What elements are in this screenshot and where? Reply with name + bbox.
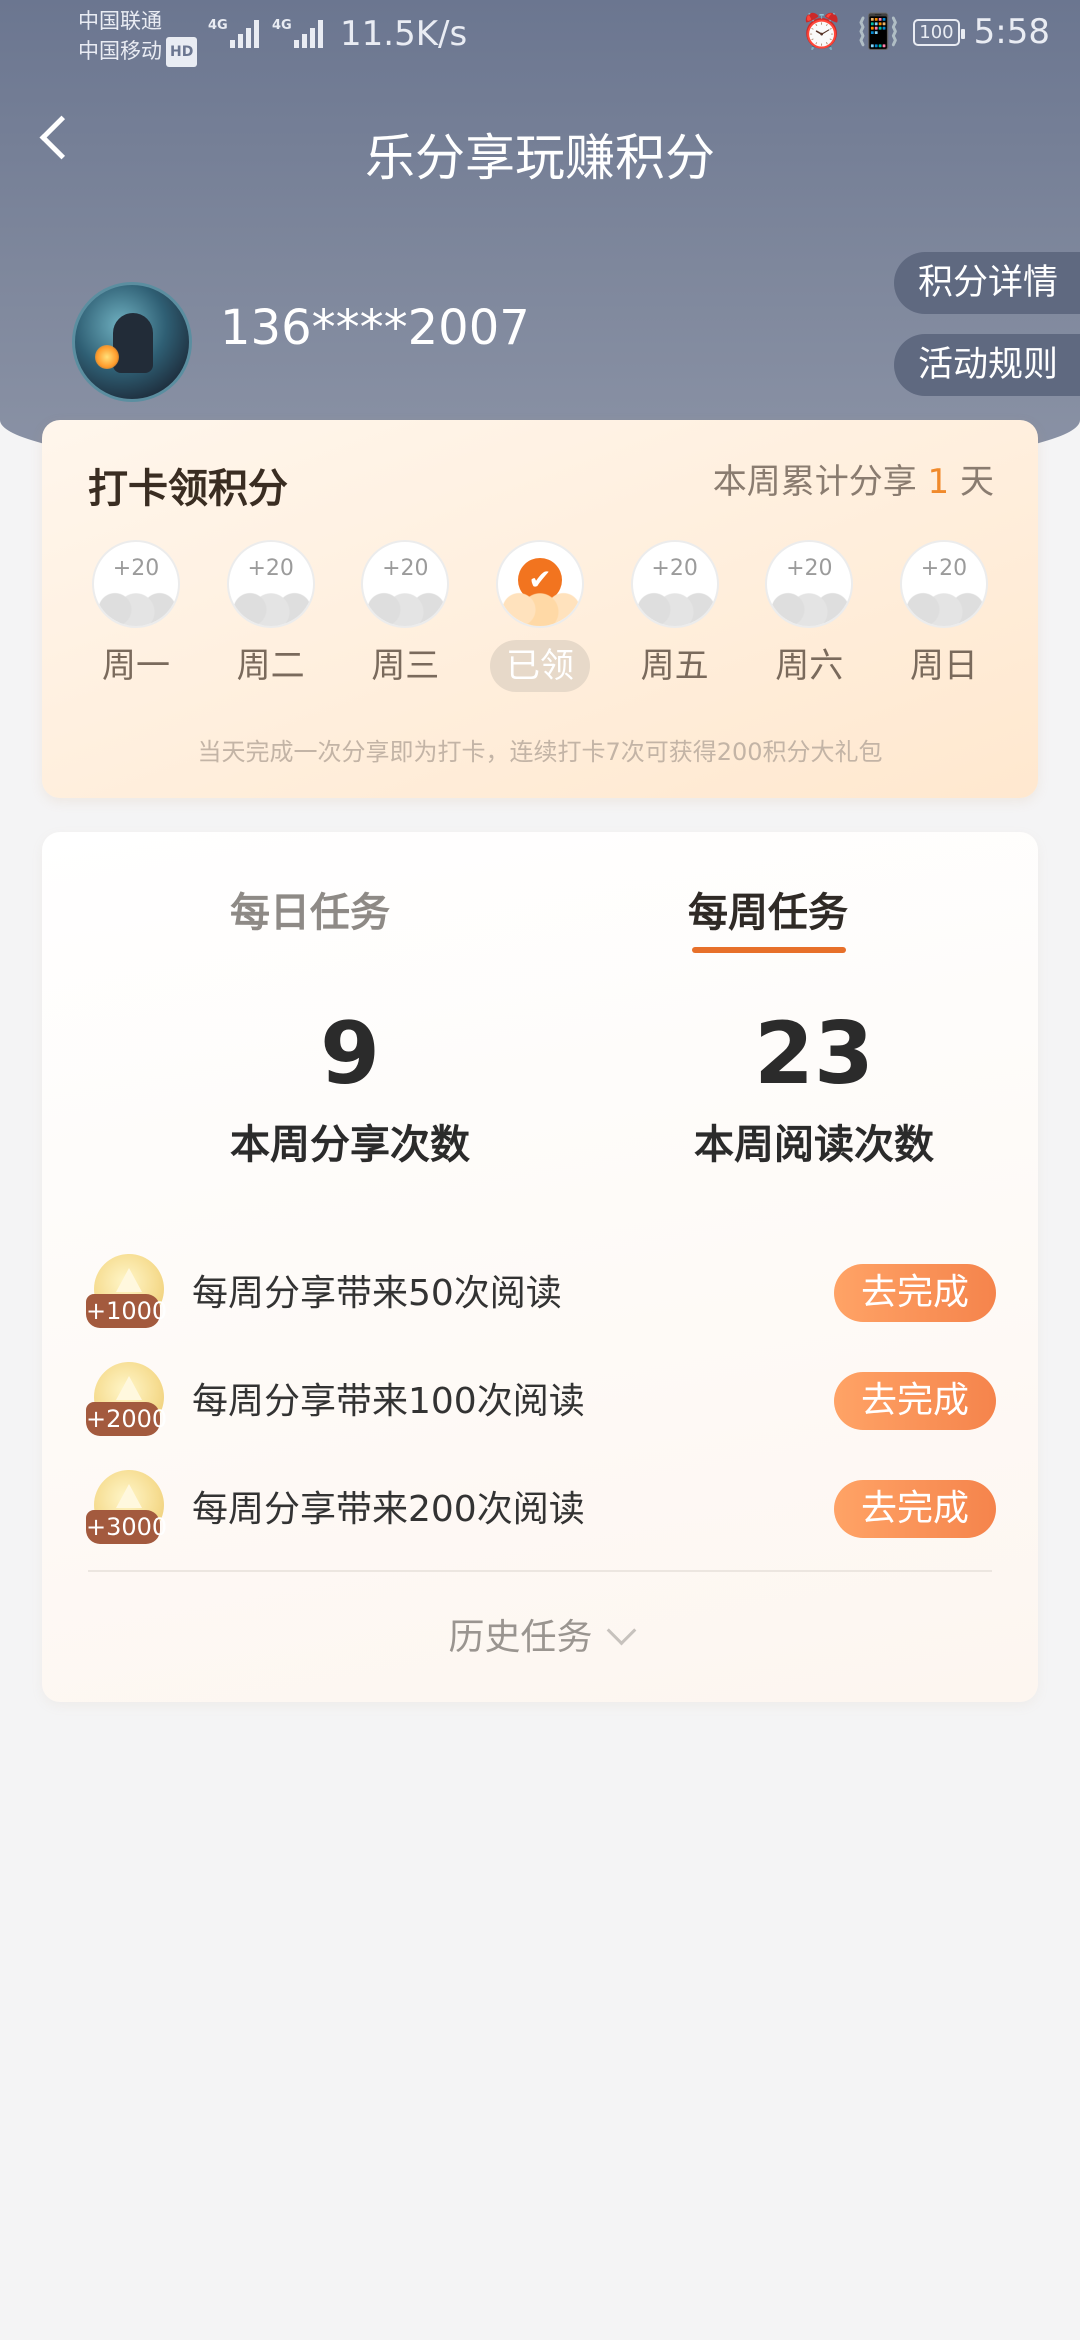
stat-read-count: 23 本周阅读次数 xyxy=(614,1004,1014,1170)
reward-badge: +1000 xyxy=(86,1294,167,1328)
header-background xyxy=(0,0,1080,480)
chevron-down-icon xyxy=(606,1615,636,1646)
history-label: 历史任务 xyxy=(448,1617,593,1658)
weekly-share-count: 1 xyxy=(927,462,950,502)
tab-daily-tasks[interactable]: 每日任务 xyxy=(230,880,390,938)
task-name: 每周分享带来50次阅读 xyxy=(192,1273,562,1314)
points-coin-icon: +20 xyxy=(226,540,315,628)
checkin-day[interactable]: +20 周一 xyxy=(90,540,182,692)
day-label: 周一 xyxy=(102,646,170,686)
checkin-day[interactable]: +20 周三 xyxy=(359,540,451,692)
task-row: +1000 每周分享带来50次阅读 去完成 xyxy=(84,1250,996,1330)
checkin-day[interactable]: +20 周五 xyxy=(629,540,721,692)
stat-value: 23 xyxy=(754,1004,874,1104)
checkin-card: 打卡领积分 本周累计分享 1 天 +20 周一 +20 周二 +20 周三 ✔ … xyxy=(42,420,1038,798)
checkin-day[interactable]: +20 周日 xyxy=(898,540,990,692)
points-coin-icon: +20 xyxy=(92,540,180,628)
task-row: +3000 每周分享带来200次阅读 去完成 xyxy=(84,1466,996,1546)
checkin-day[interactable]: +20 周二 xyxy=(225,540,317,692)
day-label: 周二 xyxy=(236,646,305,686)
day-label: 周六 xyxy=(775,646,844,686)
points-coin-icon: +20 xyxy=(361,540,450,628)
day-label: 周五 xyxy=(640,646,709,686)
status-bar: 中国联通 中国移动 HD 4G 4G 11.5K/s ⏰ 📳 100 5:58 xyxy=(0,0,1080,72)
points-coin-icon: +20 xyxy=(765,540,854,628)
checkin-note: 当天完成一次分享即为打卡，连续打卡7次可获得200积分大礼包 xyxy=(197,738,883,766)
stat-value: 9 xyxy=(320,1004,380,1104)
network-speed: 11.5K/s xyxy=(340,14,468,54)
clock: 5:58 xyxy=(973,12,1050,52)
day-label: 周日 xyxy=(909,646,978,686)
reward-badge: +3000 xyxy=(86,1510,167,1544)
points-detail-button[interactable]: 积分详情 xyxy=(893,252,1080,314)
reward-badge: +2000 xyxy=(86,1402,167,1436)
task-row: +2000 每周分享带来100次阅读 去完成 xyxy=(84,1358,996,1438)
points-coin-icon: +20 xyxy=(630,540,719,628)
points-coin-icon: ✔ xyxy=(495,540,584,628)
points-coin-icon: +20 xyxy=(899,540,988,628)
hd-icon: HD xyxy=(166,37,198,67)
carrier-2: 中国移动 xyxy=(78,39,162,63)
history-tasks-toggle[interactable]: 历史任务 xyxy=(42,1608,1038,1660)
complete-task-button[interactable]: 去完成 xyxy=(834,1372,996,1430)
carrier-info: 中国联通 中国移动 HD xyxy=(78,6,198,67)
task-name: 每周分享带来100次阅读 xyxy=(192,1381,585,1422)
day-label: 周三 xyxy=(371,646,440,686)
carrier-1: 中国联通 xyxy=(78,9,162,33)
tasks-card: 每日任务 每周任务 9 本周分享次数 23 本周阅读次数 +1000 每周分享带… xyxy=(42,832,1038,1702)
page-title: 乐分享玩赚积分 xyxy=(365,129,715,187)
user-phone: 136****2007 xyxy=(220,300,530,356)
tab-weekly-tasks[interactable]: 每周任务 xyxy=(688,880,848,938)
weekly-share-summary: 本周累计分享 1 天 xyxy=(712,462,994,502)
complete-task-button[interactable]: 去完成 xyxy=(834,1264,996,1322)
day-label-claimed: 已领 xyxy=(489,640,590,692)
alarm-icon: ⏰ xyxy=(800,12,843,52)
complete-task-button[interactable]: 去完成 xyxy=(834,1480,996,1538)
stat-share-count: 9 本周分享次数 xyxy=(150,1004,550,1170)
vibrate-icon: 📳 xyxy=(856,12,900,52)
battery-icon: 100 xyxy=(913,18,966,46)
activity-rules-button[interactable]: 活动规则 xyxy=(893,334,1080,396)
checkin-title: 打卡领积分 xyxy=(88,466,288,512)
active-tab-indicator xyxy=(692,947,846,953)
divider xyxy=(88,1570,992,1572)
checkin-day-claimed[interactable]: ✔ 已领 xyxy=(489,540,590,692)
stat-label: 本周分享次数 xyxy=(230,1122,470,1168)
avatar[interactable] xyxy=(72,282,192,402)
checkin-days: +20 周一 +20 周二 +20 周三 ✔ 已领 +20 周五 +20 周六 … xyxy=(90,540,990,692)
checkin-day[interactable]: +20 周六 xyxy=(763,540,855,692)
stat-label: 本周阅读次数 xyxy=(694,1122,934,1168)
task-name: 每周分享带来200次阅读 xyxy=(192,1489,585,1530)
